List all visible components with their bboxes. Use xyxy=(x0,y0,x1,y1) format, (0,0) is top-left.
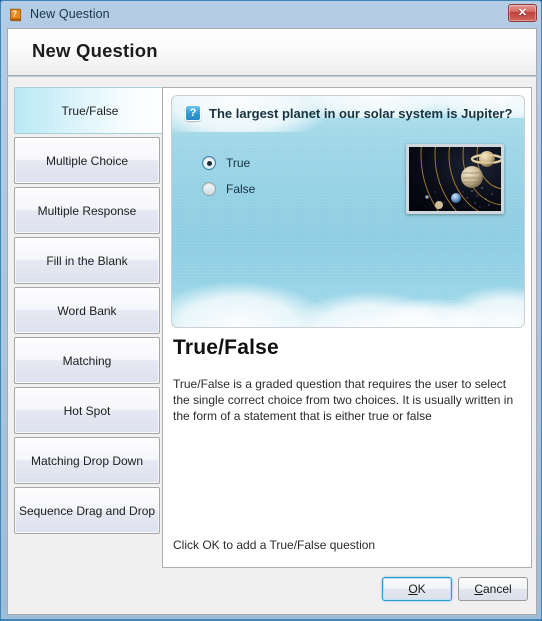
header-band: New Question xyxy=(7,28,537,76)
svg-text:?: ? xyxy=(12,9,17,18)
tab-sequence-drag-and-drop[interactable]: Sequence Drag and Drop xyxy=(14,487,160,534)
description-title: True/False xyxy=(173,336,279,359)
title-bar: ? New Question ✕ xyxy=(1,1,541,27)
solar-system-image xyxy=(406,144,504,214)
window-title: New Question xyxy=(30,7,110,21)
page-title: New Question xyxy=(32,40,158,61)
tab-label: Matching xyxy=(62,353,112,368)
dialog-body: True/False Multiple Choice Multiple Respon… xyxy=(7,77,537,615)
sky-preview-area: ? The largest planet in our solar system… xyxy=(171,95,525,328)
ok-label: OK xyxy=(408,582,426,596)
tab-label: Word Bank xyxy=(57,303,117,318)
cancel-button[interactable]: Cancel xyxy=(458,577,528,601)
tab-label: True/False xyxy=(61,103,119,118)
tab-matching[interactable]: Matching xyxy=(14,337,160,384)
radio-true-dot xyxy=(206,160,212,166)
question-text: The largest planet in our solar system i… xyxy=(209,105,513,121)
choice-option-false[interactable]: False xyxy=(202,182,255,196)
tab-label: Hot Spot xyxy=(63,403,111,418)
choice-label-false: False xyxy=(226,182,256,196)
question-heading-row: ? The largest planet in our solar system… xyxy=(185,105,512,121)
frame-bottom-edge xyxy=(1,619,541,620)
cloud-bottom-mid xyxy=(290,292,450,327)
tab-label: Fill in the Blank xyxy=(46,253,128,268)
ok-button[interactable]: OK xyxy=(382,577,452,601)
choice-label-true: True xyxy=(226,156,251,170)
tab-label: Multiple Choice xyxy=(45,153,129,168)
close-button[interactable]: ✕ xyxy=(508,4,537,22)
tab-label: Multiple Response xyxy=(37,203,137,218)
question-type-tab-list: True/False Multiple Choice Multiple Respon… xyxy=(10,87,165,597)
cloud-bottom-right xyxy=(440,286,524,327)
question-mark-icon: ? xyxy=(185,105,201,121)
book-question-icon: ? xyxy=(8,7,24,23)
dialog-footer: OK Cancel xyxy=(8,569,536,614)
tab-matching-drop-down[interactable]: Matching Drop Down xyxy=(14,437,160,484)
new-question-dialog: ? New Question ✕ New Question True/False… xyxy=(0,0,542,621)
tab-multiple-choice[interactable]: Multiple Choice xyxy=(14,137,160,184)
radio-false[interactable] xyxy=(202,182,216,196)
cloud-bottom-left xyxy=(172,282,328,327)
choice-option-true[interactable]: True xyxy=(202,156,250,170)
close-icon: ✕ xyxy=(517,6,528,19)
tab-fill-in-the-blank[interactable]: Fill in the Blank xyxy=(14,237,160,284)
tab-label: Matching Drop Down xyxy=(30,453,144,468)
radio-true[interactable] xyxy=(202,156,216,170)
tab-label: Sequence Drag and Drop xyxy=(18,503,156,518)
hint-text: Click OK to add a True/False question xyxy=(173,538,376,552)
tab-multiple-response[interactable]: Multiple Response xyxy=(14,187,160,234)
tab-hot-spot[interactable]: Hot Spot xyxy=(14,387,160,434)
cancel-label: Cancel xyxy=(474,582,512,596)
question-preview-panel: ? The largest planet in our solar system… xyxy=(162,87,532,568)
description-body: True/False is a graded question that req… xyxy=(173,377,514,423)
cloud-bottom-mid2 xyxy=(372,298,492,327)
tab-word-bank[interactable]: Word Bank xyxy=(14,287,160,334)
tab-true-false[interactable]: True/False xyxy=(14,87,165,134)
